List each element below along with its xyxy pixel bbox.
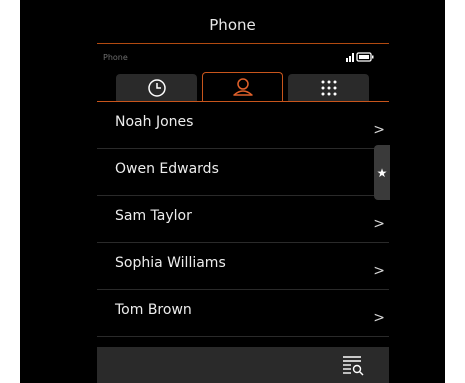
battery-icon — [356, 52, 374, 62]
chevron-right-icon: > — [373, 263, 385, 279]
person-icon — [232, 78, 253, 96]
header-divider — [97, 43, 389, 44]
clock-icon — [147, 78, 166, 97]
contact-row[interactable]: Sam Taylor > — [97, 196, 389, 243]
page-title: Phone — [209, 16, 256, 34]
contact-name: Noah Jones — [115, 114, 194, 130]
favorites-star-tab[interactable]: ★ — [374, 145, 390, 200]
keypad-icon — [321, 80, 336, 95]
list-search-icon[interactable] — [341, 353, 365, 377]
phone-screen: Phone Phone Noah Jones > Owen Edwards Sa… — [20, 0, 445, 383]
contact-row[interactable]: Owen Edwards — [97, 149, 389, 196]
contact-row[interactable]: Tom Brown > — [97, 290, 389, 337]
tab-contacts[interactable] — [202, 72, 283, 101]
bottom-toolbar — [97, 347, 389, 383]
tab-keypad[interactable] — [288, 74, 369, 101]
contact-row[interactable]: Sophia Williams > — [97, 243, 389, 290]
tab-recents[interactable] — [116, 74, 197, 101]
chevron-right-icon: > — [373, 310, 385, 326]
contact-row[interactable]: Noah Jones > — [97, 102, 389, 149]
contact-list: Noah Jones > Owen Edwards Sam Taylor > S… — [97, 102, 389, 337]
star-icon: ★ — [376, 165, 388, 180]
signal-icon — [346, 53, 354, 62]
contact-name: Sam Taylor — [115, 208, 192, 224]
chevron-right-icon: > — [373, 216, 385, 232]
contact-name: Owen Edwards — [115, 161, 219, 177]
status-icons — [346, 52, 374, 62]
app-name-label: Phone — [103, 53, 128, 62]
chevron-right-icon: > — [373, 122, 385, 138]
contact-name: Tom Brown — [115, 302, 192, 318]
contact-name: Sophia Williams — [115, 255, 226, 271]
